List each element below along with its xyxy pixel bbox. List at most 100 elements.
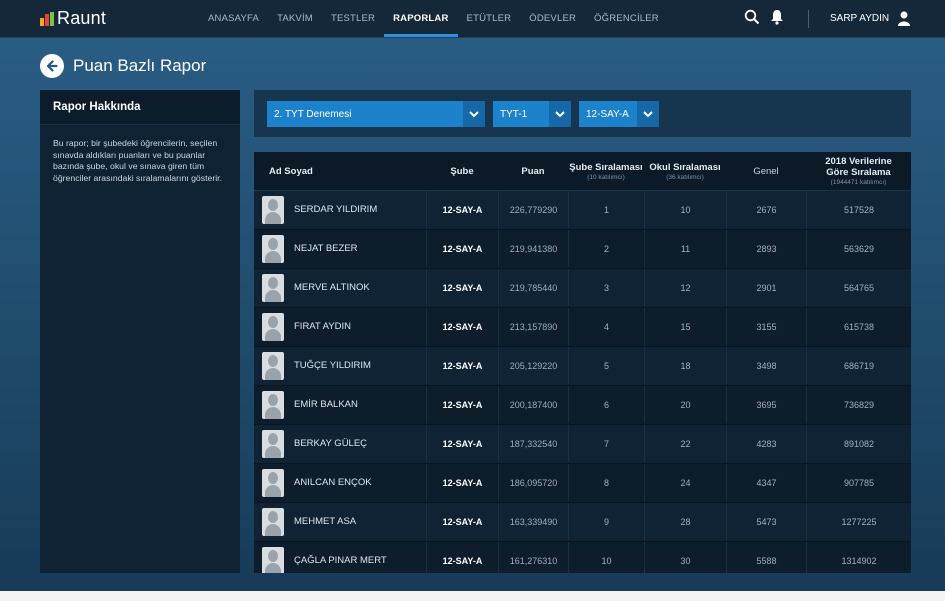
nav-item-0[interactable]: ANASAYFA	[199, 0, 268, 37]
user-name: SARP AYDIN	[830, 13, 890, 24]
nav-item-4[interactable]: ETÜTLER	[458, 0, 521, 37]
class-select[interactable]: 12-SAY-A	[579, 101, 659, 127]
cell-tr: 517528	[806, 191, 911, 228]
cell-okul-sira: 30	[644, 542, 726, 573]
cell-okul-sira: 28	[644, 503, 726, 540]
nav-item-5[interactable]: ÖDEVLER	[520, 0, 585, 37]
toolbar-divider	[808, 10, 809, 28]
cell-puan: 186,095720	[498, 464, 568, 501]
toolbar-icons	[744, 9, 784, 25]
cell-genel: 3155	[726, 308, 806, 345]
exam-select[interactable]: 2. TYT Denemesi	[267, 101, 485, 127]
search-icon[interactable]	[744, 9, 760, 25]
cell-sube: 12-SAY-A	[426, 542, 498, 573]
student-name-cell: MEHMET ASA	[254, 503, 426, 540]
cell-genel: 3498	[726, 347, 806, 384]
student-name: NEJAT BEZER	[294, 243, 358, 254]
cell-okul-sira: 11	[644, 230, 726, 267]
about-text: Bu rapor; bir şubedeki öğrencilerin, seç…	[53, 138, 222, 183]
student-name: SERDAR YILDIRIM	[294, 204, 378, 215]
cell-tr: 686719	[806, 347, 911, 384]
col-header-name[interactable]: Ad Soyad	[254, 152, 426, 190]
cell-tr: 907785	[806, 464, 911, 501]
class-select-value: 12-SAY-A	[586, 108, 629, 120]
user-menu[interactable]: SARP AYDIN	[830, 0, 911, 37]
cell-tr: 891082	[806, 425, 911, 462]
avatar	[262, 195, 284, 224]
cell-okul-sira: 18	[644, 347, 726, 384]
cell-sube-sira: 2	[568, 230, 644, 267]
student-name: BERKAY GÜLEÇ	[294, 438, 368, 449]
student-name-cell: FIRAT AYDIN	[254, 308, 426, 345]
table-row[interactable]: TUĞÇE YILDIRIM 12-SAY-A 205,129220 5 18 3498 6…	[254, 347, 911, 386]
table-header: Ad Soyad Şube Puan Şube Sıralaması (10 k…	[254, 152, 911, 191]
col-header-turkey-rank[interactable]: 2018 Verilerine Göre Sıralama (1944471 k…	[806, 152, 911, 190]
student-name-cell: NEJAT BEZER	[254, 230, 426, 267]
page-title: Puan Bazlı Rapor	[73, 56, 207, 75]
cell-puan: 226,779290	[498, 191, 568, 228]
table-row[interactable]: EMİR BALKAN 12-SAY-A 200,187400 6 20 3695 7368…	[254, 386, 911, 425]
col-header-genel[interactable]: Genel	[726, 152, 806, 190]
cell-okul-sira: 12	[644, 269, 726, 306]
bell-icon[interactable]	[770, 9, 784, 25]
col-header-tr-sub: (1944471 katılımcı)	[830, 179, 887, 186]
cell-sube-sira: 8	[568, 464, 644, 501]
app-logo[interactable]: Raunt	[40, 8, 106, 29]
main-nav: ANASAYFA TAKVİM TESTLER RAPORLAR ETÜTLER ÖDEV…	[199, 0, 668, 37]
cell-puan: 163,339490	[498, 503, 568, 540]
cell-puan: 213,157890	[498, 308, 568, 345]
student-name: FIRAT AYDIN	[294, 321, 352, 332]
col-header-sube-sira-label: Şube Sıralaması	[569, 161, 643, 173]
cell-sube-sira: 9	[568, 503, 644, 540]
cell-sube: 12-SAY-A	[426, 308, 498, 345]
student-name: EMİR BALKAN	[294, 399, 358, 410]
col-header-okul-sira[interactable]: Okul Sıralaması (36 katılımcı)	[644, 152, 726, 190]
student-name: MEHMET ASA	[294, 516, 357, 527]
cell-puan: 205,129220	[498, 347, 568, 384]
cell-sube: 12-SAY-A	[426, 269, 498, 306]
about-title: Rapor Hakkında	[40, 90, 240, 125]
table-row[interactable]: NEJAT BEZER 12-SAY-A 219,941380 2 11 2893 5636…	[254, 230, 911, 269]
table-body: SERDAR YILDIRIM 12-SAY-A 226,779290 1 10 2676…	[254, 191, 911, 573]
back-button[interactable]	[40, 54, 64, 78]
table-row[interactable]: ANILCAN ENÇOK 12-SAY-A 186,095720 8 24 4347 90…	[254, 464, 911, 503]
col-header-sube[interactable]: Şube	[426, 152, 498, 190]
col-header-sube-sira[interactable]: Şube Sıralaması (10 katılımcı)	[568, 152, 644, 190]
table-row[interactable]: FIRAT AYDIN 12-SAY-A 213,157890 4 15 3155 6157…	[254, 308, 911, 347]
table-row[interactable]: SERDAR YILDIRIM 12-SAY-A 226,779290 1 10 2676…	[254, 191, 911, 230]
col-header-tr-line2: Göre Sıralama	[826, 167, 891, 178]
exam-type-select[interactable]: TYT-1	[493, 101, 571, 127]
cell-sube-sira: 1	[568, 191, 644, 228]
student-name: MERVE ALTINOK	[294, 282, 370, 293]
nav-item-6[interactable]: ÖĞRENCİLER	[585, 0, 668, 37]
col-header-puan[interactable]: Puan	[498, 152, 568, 190]
avatar	[262, 507, 284, 536]
cell-sube: 12-SAY-A	[426, 230, 498, 267]
cell-tr: 615738	[806, 308, 911, 345]
cell-puan: 219,785440	[498, 269, 568, 306]
nav-item-2[interactable]: TESTLER	[322, 0, 384, 37]
nav-item-3[interactable]: RAPORLAR	[384, 0, 458, 37]
cell-genel: 5588	[726, 542, 806, 573]
cell-genel: 4347	[726, 464, 806, 501]
table-row[interactable]: MEHMET ASA 12-SAY-A 163,339490 9 28 5473 12772…	[254, 503, 911, 542]
user-icon	[898, 11, 911, 26]
student-name: ANILCAN ENÇOK	[294, 477, 372, 488]
student-name-cell: SERDAR YILDIRIM	[254, 191, 426, 228]
col-header-sube-sira-sub: (10 katılımcı)	[587, 173, 625, 181]
table-row[interactable]: BERKAY GÜLEÇ 12-SAY-A 187,332540 7 22 4283 891…	[254, 425, 911, 464]
cell-tr: 564765	[806, 269, 911, 306]
table-row[interactable]: ÇAĞLA PINAR MERT 12-SAY-A 161,276310 10 30 55…	[254, 542, 911, 573]
nav-item-1[interactable]: TAKVİM	[268, 0, 322, 37]
table-row[interactable]: MERVE ALTINOK 12-SAY-A 219,785440 3 12 2901 56…	[254, 269, 911, 308]
cell-okul-sira: 20	[644, 386, 726, 423]
cell-sube: 12-SAY-A	[426, 464, 498, 501]
avatar	[262, 312, 284, 341]
avatar	[262, 429, 284, 458]
about-panel: Rapor Hakkında Bu rapor; bir şubedeki öğ…	[40, 90, 240, 573]
filter-bar: 2. TYT Denemesi TYT-1 12-SAY-A	[254, 90, 911, 137]
cell-puan: 161,276310	[498, 542, 568, 573]
arrow-left-icon	[46, 60, 58, 72]
cell-tr: 563629	[806, 230, 911, 267]
cell-puan: 219,941380	[498, 230, 568, 267]
